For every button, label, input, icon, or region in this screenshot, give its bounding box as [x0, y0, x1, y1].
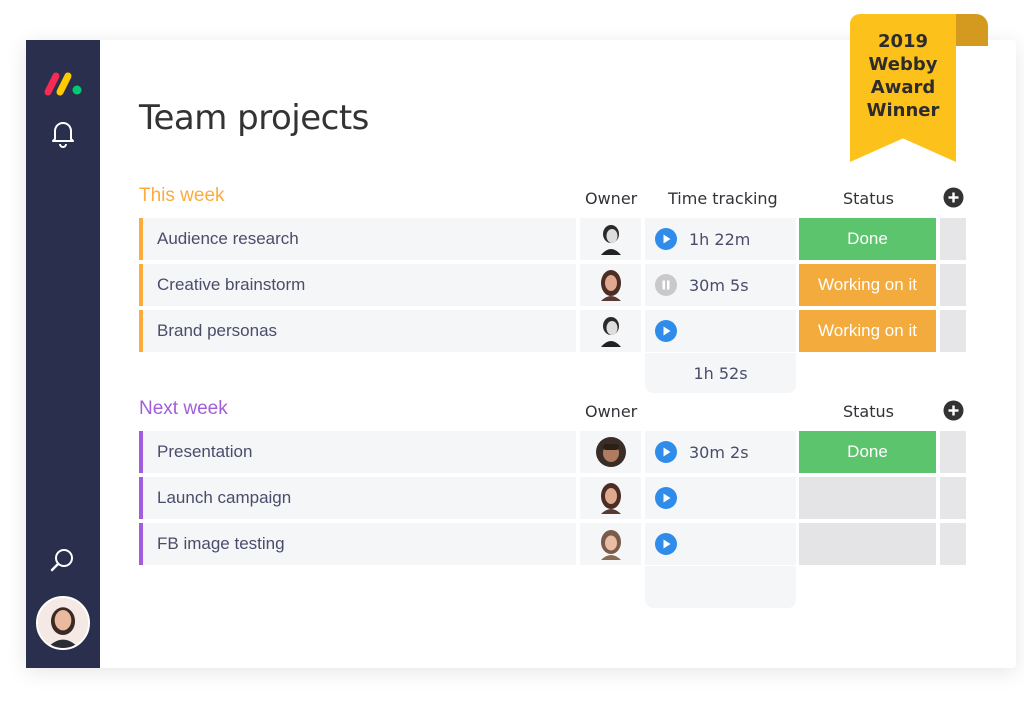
- item-name: Creative brainstorm: [157, 275, 306, 294]
- play-icon[interactable]: [655, 441, 677, 463]
- time-value: 1h 22m: [689, 229, 751, 249]
- row-extra-cell[interactable]: [940, 310, 966, 352]
- time-value: 30m 2s: [689, 442, 749, 462]
- column-header-owner[interactable]: Owner: [585, 189, 637, 208]
- item-name: Presentation: [157, 442, 253, 461]
- status-badge[interactable]: Done: [799, 218, 936, 260]
- time-tracking-cell[interactable]: 1h 22m: [645, 218, 796, 260]
- owner-cell[interactable]: [580, 310, 641, 352]
- column-header-status[interactable]: Status: [843, 402, 894, 421]
- pause-icon[interactable]: [655, 274, 677, 296]
- time-tracking-cell[interactable]: [645, 523, 796, 565]
- woman-avatar-icon: [600, 270, 621, 301]
- group-title-next-week[interactable]: Next week: [139, 398, 228, 420]
- owner-cell[interactable]: [580, 523, 641, 565]
- time-tracking-cell[interactable]: [645, 477, 796, 519]
- item-name: Audience research: [157, 229, 299, 248]
- time-tracking-cell[interactable]: 30m 2s: [645, 431, 796, 473]
- status-label: Working on it: [818, 321, 917, 340]
- table-row-name[interactable]: Launch campaign: [139, 477, 576, 519]
- time-value: 30m 5s: [689, 275, 749, 295]
- row-extra-cell[interactable]: [940, 218, 966, 260]
- man-avatar-icon: [600, 317, 621, 347]
- time-tracking-cell[interactable]: [645, 310, 796, 352]
- add-column-icon[interactable]: [943, 187, 964, 208]
- user-avatar[interactable]: [36, 596, 90, 650]
- owner-cell[interactable]: [580, 477, 641, 519]
- award-word: Award: [870, 77, 936, 98]
- item-name: Launch campaign: [157, 488, 292, 507]
- table-row-name[interactable]: Creative brainstorm: [139, 264, 576, 306]
- table-row-name[interactable]: FB image testing: [139, 523, 576, 565]
- award-text: 2019 Webby Award Winner: [850, 30, 956, 122]
- woman-avatar-icon: [600, 530, 621, 560]
- monday-logo-icon[interactable]: [43, 68, 85, 98]
- status-label: Done: [847, 442, 888, 461]
- table-row-name[interactable]: Audience research: [139, 218, 576, 260]
- award-year: 2019: [877, 31, 929, 52]
- group-title-this-week[interactable]: This week: [139, 185, 225, 207]
- column-header-status[interactable]: Status: [843, 189, 894, 208]
- man-avatar-icon: [595, 437, 626, 467]
- status-badge[interactable]: Working on it: [799, 310, 936, 352]
- man-avatar-icon: [600, 225, 621, 255]
- time-tracking-cell[interactable]: 30m 5s: [645, 264, 796, 306]
- woman-avatar-icon: [600, 483, 621, 514]
- play-icon[interactable]: [655, 320, 677, 342]
- play-icon[interactable]: [655, 487, 677, 509]
- row-extra-cell[interactable]: [940, 431, 966, 473]
- award-name: Webby: [868, 54, 938, 75]
- column-header-owner[interactable]: Owner: [585, 402, 637, 421]
- table-row-name[interactable]: Brand personas: [139, 310, 576, 352]
- time-total-value: 1h 52s: [693, 363, 748, 383]
- sidebar: [26, 40, 100, 668]
- owner-cell[interactable]: [580, 264, 641, 306]
- woman-avatar-icon: [38, 598, 88, 648]
- bell-icon[interactable]: [49, 118, 77, 148]
- status-label: Done: [847, 229, 888, 248]
- search-icon[interactable]: [49, 546, 77, 574]
- status-badge[interactable]: Working on it: [799, 264, 936, 306]
- row-extra-cell[interactable]: [940, 523, 966, 565]
- column-header-time-tracking[interactable]: Time tracking: [668, 189, 778, 208]
- owner-cell[interactable]: [580, 431, 641, 473]
- add-column-icon[interactable]: [943, 400, 964, 421]
- award-winner: Winner: [866, 100, 940, 121]
- status-badge[interactable]: [799, 477, 936, 519]
- table-row-name[interactable]: Presentation: [139, 431, 576, 473]
- owner-cell[interactable]: [580, 218, 641, 260]
- play-icon[interactable]: [655, 533, 677, 555]
- status-badge[interactable]: [799, 523, 936, 565]
- item-name: Brand personas: [157, 321, 278, 340]
- time-tracking-total: [645, 566, 796, 608]
- row-extra-cell[interactable]: [940, 264, 966, 306]
- page-title: Team projects: [139, 98, 369, 138]
- status-badge[interactable]: Done: [799, 431, 936, 473]
- play-icon[interactable]: [655, 228, 677, 250]
- item-name: FB image testing: [157, 534, 285, 553]
- row-extra-cell[interactable]: [940, 477, 966, 519]
- time-tracking-total: 1h 52s: [645, 353, 796, 393]
- status-label: Working on it: [818, 275, 917, 294]
